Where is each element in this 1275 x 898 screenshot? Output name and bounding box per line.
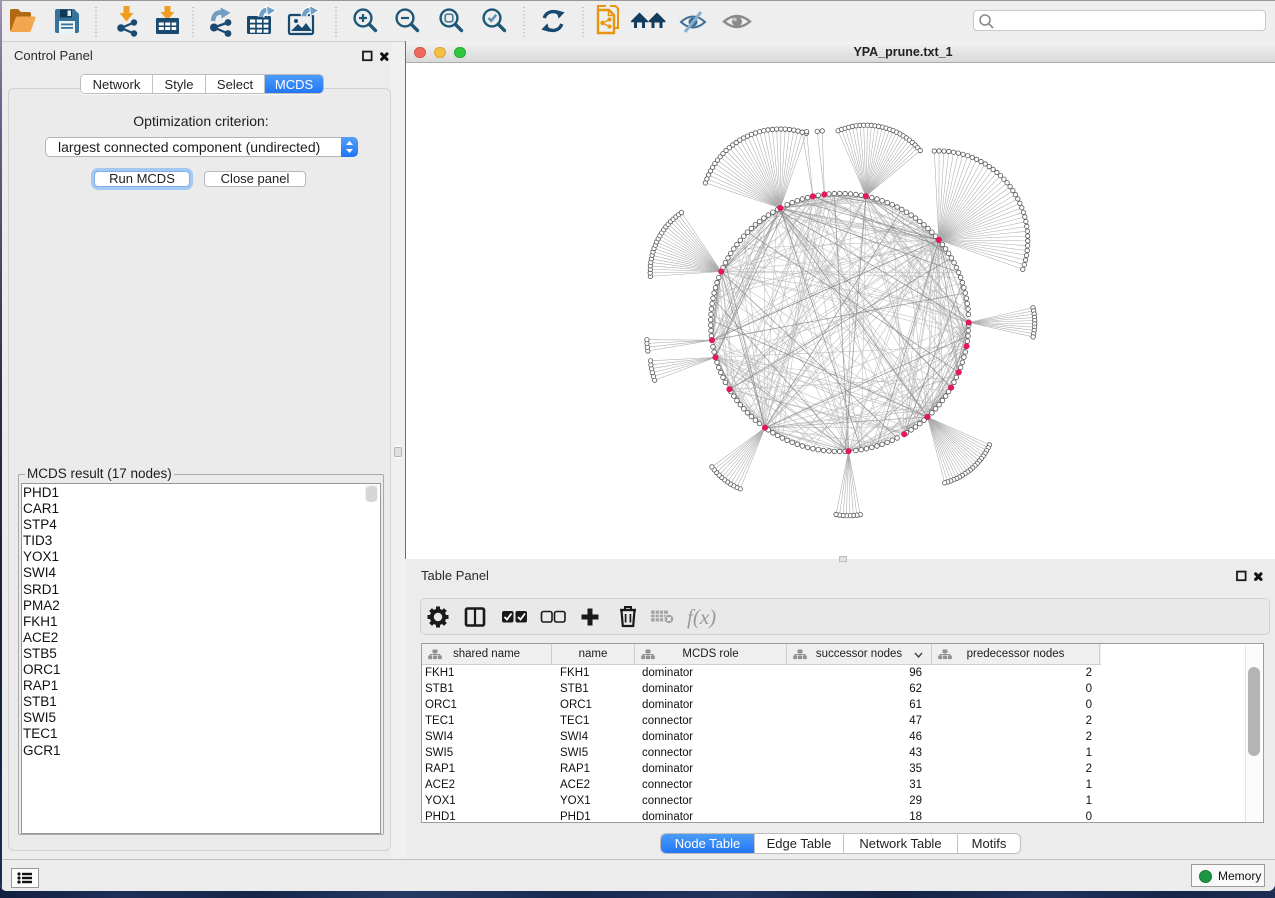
svg-text:f(x): f(x) <box>687 605 716 629</box>
